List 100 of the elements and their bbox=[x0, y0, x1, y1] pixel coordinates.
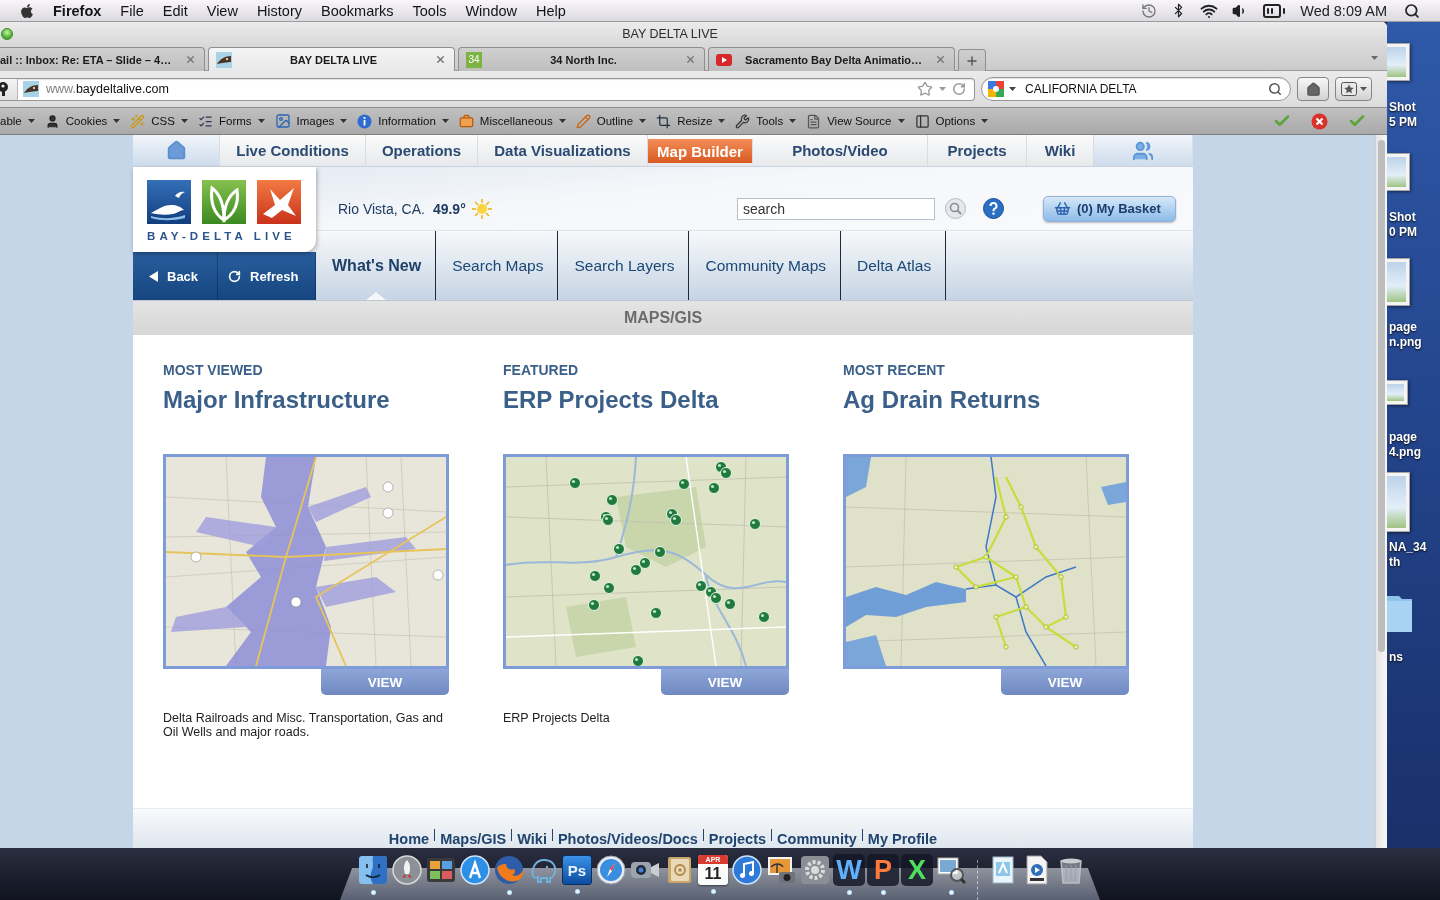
reload-icon[interactable] bbox=[952, 82, 966, 96]
photo-camera-icon[interactable] bbox=[765, 854, 797, 886]
dock-app-button[interactable]: X bbox=[901, 854, 933, 886]
close-icon[interactable] bbox=[435, 54, 446, 65]
compass-icon[interactable] bbox=[595, 854, 627, 886]
identity-button[interactable] bbox=[0, 78, 18, 100]
browser-tab[interactable]: 34 34 North Inc. bbox=[458, 47, 705, 71]
toolbar-menu-button[interactable]: Resize bbox=[656, 110, 726, 132]
app-menu[interactable]: Firefox bbox=[53, 0, 102, 21]
people-nav-button[interactable] bbox=[1094, 135, 1193, 166]
footer-link[interactable]: Maps/GIS bbox=[440, 831, 507, 847]
menu-item[interactable]: View bbox=[206, 0, 238, 21]
caret-icon[interactable] bbox=[113, 119, 121, 123]
toolbar-menu-button[interactable]: Information bbox=[357, 110, 449, 132]
caret-icon[interactable] bbox=[1009, 87, 1016, 91]
toolbar-menu-button[interactable]: Tools bbox=[735, 110, 797, 132]
close-icon[interactable] bbox=[685, 54, 696, 65]
face-icon[interactable] bbox=[357, 854, 389, 886]
bookmark-star-icon[interactable] bbox=[917, 81, 933, 97]
caret-icon[interactable] bbox=[639, 119, 647, 123]
close-icon[interactable] bbox=[935, 54, 946, 65]
music-note-icon[interactable] bbox=[731, 854, 763, 886]
file-thumbnail-icon[interactable] bbox=[1387, 379, 1408, 405]
search-engine-icon[interactable] bbox=[988, 80, 1005, 98]
toolbar-menu-button[interactable]: Images bbox=[274, 110, 348, 132]
map-title[interactable]: Major Infrastructure bbox=[163, 386, 390, 414]
footer-link[interactable]: Projects bbox=[708, 831, 767, 847]
file-thumbnail-icon[interactable] bbox=[1387, 153, 1410, 191]
menu-item[interactable]: Window bbox=[465, 0, 517, 21]
caret-icon[interactable] bbox=[789, 119, 797, 123]
fox-globe-icon[interactable] bbox=[493, 854, 525, 886]
toolbar-menu-button[interactable]: Cookies bbox=[44, 110, 121, 132]
bookmarks-button[interactable] bbox=[1335, 77, 1372, 101]
address-field[interactable]: www.baydeltalive.com bbox=[0, 77, 975, 101]
basket-button[interactable]: (0) My Basket bbox=[1043, 195, 1176, 222]
toolbar-menu-button[interactable]: Forms bbox=[197, 110, 265, 132]
menu-clock[interactable]: Wed 8:09 AM bbox=[1300, 2, 1387, 19]
nav-link[interactable]: Projects bbox=[928, 135, 1027, 166]
map-title[interactable]: Ag Drain Returns bbox=[843, 386, 1041, 414]
footer-link[interactable]: Photos/Videos/Docs bbox=[557, 831, 698, 847]
caret-icon[interactable] bbox=[718, 119, 726, 123]
web-search-field[interactable]: CALIFORNIA DELTA bbox=[981, 77, 1291, 101]
caret-icon[interactable] bbox=[27, 119, 35, 123]
gear-icon[interactable] bbox=[799, 854, 831, 886]
help-button[interactable] bbox=[983, 198, 1004, 219]
nav-link[interactable]: Live Conditions bbox=[220, 135, 366, 166]
file-thumbnail-icon[interactable] bbox=[1387, 258, 1410, 306]
dock-app-button[interactable]: Ps bbox=[562, 855, 592, 885]
browser-tab[interactable]: ail :: Inbox: Re: ETA – Slide – 4… bbox=[0, 47, 205, 71]
browser-tab[interactable]: Sacramento Bay Delta Animatio… bbox=[708, 47, 955, 71]
dock-app-button[interactable]: P bbox=[867, 854, 899, 886]
search-button[interactable] bbox=[945, 198, 966, 219]
circle-a-icon[interactable] bbox=[459, 854, 491, 886]
toolbar-menu-button[interactable]: CSS bbox=[130, 110, 188, 132]
scrollbar-thumb[interactable] bbox=[1378, 140, 1385, 652]
caret-icon[interactable] bbox=[340, 119, 348, 123]
toolbar-menu-button[interactable]: Options bbox=[914, 110, 989, 132]
search-icon[interactable] bbox=[1404, 2, 1420, 19]
new-tab-button[interactable] bbox=[958, 49, 986, 71]
menu-item[interactable]: Help bbox=[536, 0, 566, 21]
browser-tab[interactable]: BAY DELTA LIVE bbox=[208, 47, 455, 71]
toolbar-menu-button[interactable]: Miscellaneous bbox=[458, 110, 566, 132]
caret-icon[interactable] bbox=[897, 119, 905, 123]
menu-item[interactable]: File bbox=[120, 0, 144, 21]
category-label: FEATURED bbox=[503, 362, 579, 378]
toolbar-menu-button[interactable]: able bbox=[0, 110, 35, 132]
footer-link[interactable]: Community bbox=[777, 831, 857, 847]
menu-item[interactable]: Bookmarks bbox=[321, 0, 394, 21]
caret-icon[interactable] bbox=[257, 119, 265, 123]
caret-icon[interactable] bbox=[180, 119, 188, 123]
search-input[interactable]: search bbox=[737, 197, 935, 220]
dock-app-button[interactable]: W bbox=[833, 854, 865, 886]
caret-icon[interactable] bbox=[1359, 87, 1367, 91]
menu-item[interactable]: History bbox=[256, 0, 302, 21]
footer-link[interactable]: Home bbox=[388, 831, 430, 847]
file-thumbnail-icon[interactable] bbox=[1387, 43, 1410, 81]
photo-loupe-icon[interactable] bbox=[935, 854, 967, 886]
file-thumbnail-icon[interactable] bbox=[1387, 472, 1410, 532]
home-button[interactable] bbox=[1297, 77, 1329, 101]
zoom-button[interactable] bbox=[1, 27, 13, 40]
menu-item[interactable]: Edit bbox=[162, 0, 188, 21]
toolbar-menu-button[interactable]: Outline bbox=[575, 110, 647, 132]
close-icon[interactable] bbox=[185, 54, 196, 65]
clock-history-icon[interactable] bbox=[1141, 2, 1158, 19]
footer-link[interactable]: Wiki bbox=[517, 831, 547, 847]
caret-icon[interactable] bbox=[441, 119, 449, 123]
apple-icon[interactable] bbox=[19, 2, 35, 19]
nav-link[interactable]: Photos/Video bbox=[753, 135, 928, 166]
nav-link[interactable]: Operations bbox=[366, 135, 478, 166]
star-box-icon bbox=[1340, 82, 1357, 96]
toolbar-menu-button[interactable]: View Source bbox=[806, 110, 905, 132]
caret-icon[interactable] bbox=[981, 119, 989, 123]
search-icon[interactable] bbox=[1268, 82, 1282, 96]
rocket-icon[interactable] bbox=[391, 854, 423, 886]
menu-item[interactable]: Tools bbox=[412, 0, 447, 21]
map-title[interactable]: ERP Projects Delta bbox=[503, 386, 719, 414]
caret-icon[interactable] bbox=[558, 119, 566, 123]
wand-icon bbox=[130, 113, 146, 129]
home-nav-button[interactable] bbox=[133, 135, 220, 166]
footer-link[interactable]: My Profile bbox=[867, 831, 938, 847]
